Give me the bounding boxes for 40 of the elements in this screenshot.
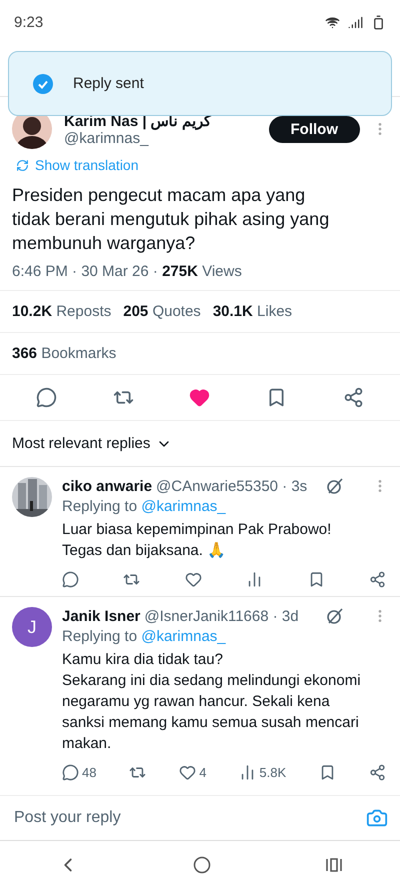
- author-handle: @karimnas_: [64, 130, 150, 146]
- stat-count[interactable]: 10.2K Reposts: [12, 303, 112, 320]
- reply-handle: @CAnwarie55350 · 3s: [156, 478, 308, 494]
- stat-count[interactable]: 205 Quotes: [123, 303, 201, 320]
- tweet-text: Presiden pengecut macam apa yang tidak berani mengutuk pihak asing yang membunuh warganya?: [11, 184, 330, 255]
- toast-message: Reply sent: [73, 75, 144, 92]
- home-icon[interactable]: [193, 856, 211, 874]
- battery-icon: [371, 15, 386, 30]
- bookmarks-count[interactable]: 366 Bookmarks: [12, 345, 116, 362]
- reply-author-name: Janik Isner: [62, 608, 140, 624]
- recents-icon[interactable]: [325, 856, 343, 874]
- reply-button[interactable]: [36, 387, 57, 408]
- reply-button[interactable]: [62, 571, 79, 588]
- reply-author-name: ciko anwarie: [62, 478, 152, 494]
- tweet-meta: 6:46 PM · 30 Mar 26 · 275K Views: [11, 262, 243, 282]
- share-button[interactable]: [368, 571, 386, 588]
- signal-icon: [348, 15, 363, 30]
- translate-icon: [16, 158, 29, 172]
- check-icon: [33, 74, 53, 94]
- avatar: J: [12, 607, 52, 647]
- reply-button[interactable]: 48: [62, 764, 96, 781]
- like-button[interactable]: [184, 571, 202, 588]
- wifi-icon: [325, 15, 340, 30]
- follow-button[interactable]: Follow: [268, 116, 360, 142]
- like-icon: [179, 764, 196, 781]
- share-button[interactable]: [368, 764, 386, 781]
- replies-sort-menu[interactable]: Most relevant replies: [0, 420, 400, 466]
- reply-text: Kamu kira dia tidak tau? Sekarang ini dia sedang melindungi ekonomi negaramu yg rawan hancur. Sekali kena sanksi memang kamu semua susah mencari makan.: [62, 650, 362, 754]
- reply-handle: @IsnerJanik11668 · 3d: [144, 608, 299, 624]
- replying-to-text: Replying to @karimnas_: [62, 498, 227, 515]
- like-button[interactable]: 4: [179, 764, 207, 781]
- camera-icon[interactable]: [366, 807, 388, 829]
- stat-count[interactable]: 30.1K Likes: [212, 303, 292, 320]
- status-time: 9:23: [14, 14, 44, 31]
- like-button[interactable]: [189, 387, 210, 408]
- reply-text: Luar biasa kepemimpinan Pak Prabowo! Tegas dan bijaksana. 🙏: [62, 520, 332, 561]
- views-button[interactable]: 5.8K: [239, 764, 286, 781]
- share-button[interactable]: [343, 387, 364, 408]
- replying-to-text: Replying to @karimnas_: [62, 628, 227, 645]
- reply-icon: [62, 764, 79, 781]
